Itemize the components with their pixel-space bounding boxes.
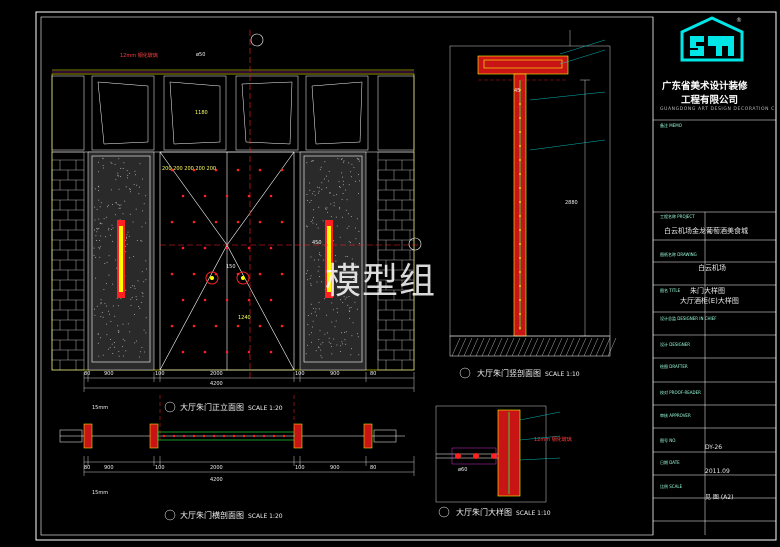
caption-section-h: 大厅朱门横剖面图 SCALE 1:20 — [180, 510, 283, 521]
proof-reader-label: 校对 PROOF-READER — [660, 390, 701, 395]
caption-elevation-scale: SCALE 1:20 — [248, 405, 283, 412]
caption-detail: 大厅朱门大样图 SCALE 1:10 — [456, 507, 551, 518]
caption-section-h-text: 大厅朱门横剖面图 — [180, 511, 244, 520]
dim-bottom-elev-value: 80 — [84, 371, 91, 377]
dim-450: 450 — [312, 240, 322, 246]
dim-bottom-elev-value: 100 — [155, 371, 165, 377]
floor-hatch — [451, 337, 617, 357]
dim-1180: 1180 — [195, 110, 208, 116]
caption-elevation-text: 大厅朱门正立面图 — [180, 403, 244, 412]
company-name-line1: 广东省美术设计装修 — [662, 81, 748, 92]
date-label: 日期 DATE — [660, 460, 680, 465]
title-value-1: 朱门大样图 — [690, 287, 725, 295]
title-value-2: 大厅酒柜(E)大样图 — [680, 297, 739, 305]
company-name-en: GUANGDONG ART DESIGN DECORATION C — [660, 107, 775, 112]
company-name-line2: 工程有限公司 — [681, 95, 739, 106]
elevation-view — [51, 30, 422, 392]
dim-total-elev: 4200 — [210, 381, 223, 387]
registered-mark: ® — [736, 17, 742, 24]
project-label: 工程名称 PROJECT — [660, 214, 695, 219]
designer-in-chief-label: 设计总监 DESIGNER IN CHIEF — [660, 316, 717, 321]
dim-bottom-hsec-value: 80 — [84, 465, 91, 471]
watermark: 模型组 — [325, 261, 437, 302]
dim-bottom-elev-value: 2000 — [210, 371, 223, 377]
dim-45: 45 — [514, 88, 521, 94]
vertical-section-view — [449, 30, 617, 357]
dim-bottom-elev-value: 100 — [295, 371, 305, 377]
date-value: 2011.09 — [705, 468, 730, 475]
memo-label: 备注 MEMO — [660, 123, 682, 128]
caption-section-h-scale: SCALE 1:20 — [248, 513, 283, 520]
drawing-label: 图纸名称 DRAWING — [660, 252, 697, 257]
dim-bottom-hsec-value: 900 — [104, 465, 114, 471]
designer-label: 设计 DESIGNER — [660, 342, 690, 347]
caption-section-v: 大厅朱门竖剖面图 SCALE 1:10 — [477, 368, 580, 379]
dim-2880: 2880 — [565, 200, 578, 206]
dim-bottom-elev-value: 900 — [104, 371, 114, 377]
project-value: 白云机场金龙葡萄酒美食城 — [664, 227, 748, 235]
caption-section-v-text: 大厅朱门竖剖面图 — [477, 369, 541, 378]
dim-bottom-hsec-value: 2000 — [210, 465, 223, 471]
dim-total-hsec: 4200 — [210, 477, 223, 483]
scale-value: 见 图 (A2) — [705, 494, 734, 501]
caption-detail-scale: SCALE 1:10 — [516, 510, 551, 517]
caption-section-v-scale: SCALE 1:10 — [545, 371, 580, 378]
no-label: 图号 NO. — [660, 438, 677, 443]
dim-bottom-hsec-value: 100 — [295, 465, 305, 471]
no-value: DY-26 — [705, 444, 723, 451]
dim-detail-glass: 12mm 钢化玻璃 — [534, 437, 572, 443]
dim-bottom-elev-value: 80 — [370, 371, 377, 377]
dim-bottom-elev-value: 900 — [330, 371, 340, 377]
drafter-label: 绘图 DRAFTER — [660, 364, 688, 369]
dim-phi60: ø60 — [458, 467, 468, 473]
dim-1240: 1240 — [238, 315, 251, 321]
dim-150: 150 — [226, 264, 236, 270]
dim-bottom-hsec-value: 100 — [155, 465, 165, 471]
drawing-value: 白云机场 — [698, 264, 726, 272]
dim-15mm-top: 15mm — [92, 405, 109, 411]
approver-label: 审核 APPROVER — [660, 413, 691, 418]
caption-markers — [164, 367, 471, 521]
company-logo — [680, 16, 744, 62]
dim-phi50: ø50 — [196, 52, 206, 58]
caption-elevation: 大厅朱门正立面图 SCALE 1:20 — [180, 402, 283, 413]
dim-bottom-hsec-value: 80 — [370, 465, 377, 471]
scale-label: 比例 SCALE — [660, 484, 683, 489]
dim-bottom-hsec-value: 900 — [330, 465, 340, 471]
title-label: 图名 TITLE — [660, 288, 681, 293]
elevation-dimension-lines — [83, 372, 415, 392]
door-detail-view — [435, 405, 561, 503]
dim-15mm-bottom: 15mm — [92, 490, 109, 496]
caption-detail-text: 大厅朱门大样图 — [456, 508, 512, 517]
dim-200s: 200 200 200 200 200 — [162, 166, 217, 172]
dim-top-glass: 12mm 钢化玻璃 — [120, 53, 158, 59]
